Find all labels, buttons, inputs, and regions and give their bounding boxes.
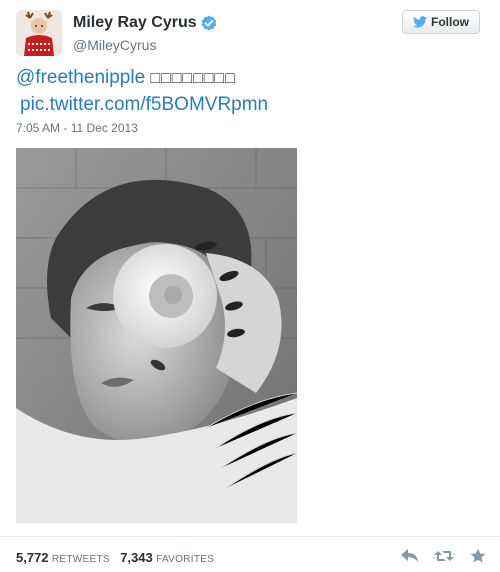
follow-button-label: Follow <box>431 15 469 29</box>
reply-icon[interactable] <box>400 546 420 566</box>
tweet-actions <box>400 546 488 566</box>
display-name-text[interactable]: Miley Ray Cyrus <box>73 14 197 32</box>
verified-badge-icon <box>201 15 217 31</box>
screen-name[interactable]: @MileyCyrus <box>73 37 217 53</box>
favorites-stat[interactable]: 7,343 FAVORITES <box>120 550 215 565</box>
tweet-stats: 5,772 RETWEETS 7,343 FAVORITES <box>16 550 214 565</box>
favorites-label: FAVORITES <box>156 554 215 565</box>
media-link[interactable]: pic.twitter.com/f5BOMVRpmn <box>20 92 268 118</box>
retweets-stat[interactable]: 5,772 RETWEETS <box>16 550 110 565</box>
favorites-count: 7,343 <box>120 550 153 565</box>
tweet-header: Miley Ray Cyrus @MileyCyrus Follow <box>16 10 486 62</box>
hashtag-link[interactable]: @freethenipple <box>16 67 145 88</box>
unrendered-emoji-text: □□□□□□□□ <box>150 70 236 87</box>
retweets-label: RETWEETS <box>51 554 110 565</box>
divider <box>0 536 500 537</box>
follow-button[interactable]: Follow <box>402 10 480 34</box>
tweet-text: @freethenipple □□□□□□□□ pic.twitter.com/… <box>16 65 486 118</box>
favorite-icon[interactable] <box>468 546 488 566</box>
display-name[interactable]: Miley Ray Cyrus <box>73 14 217 32</box>
tweet-photo[interactable] <box>16 148 297 523</box>
retweet-icon[interactable] <box>434 546 454 566</box>
retweets-count: 5,772 <box>16 550 49 565</box>
tweet-timestamp[interactable]: 7:05 AM - 11 Dec 2013 <box>16 121 138 135</box>
user-names: Miley Ray Cyrus @MileyCyrus <box>73 14 217 53</box>
avatar[interactable] <box>16 10 62 56</box>
twitter-bird-icon <box>413 16 427 28</box>
